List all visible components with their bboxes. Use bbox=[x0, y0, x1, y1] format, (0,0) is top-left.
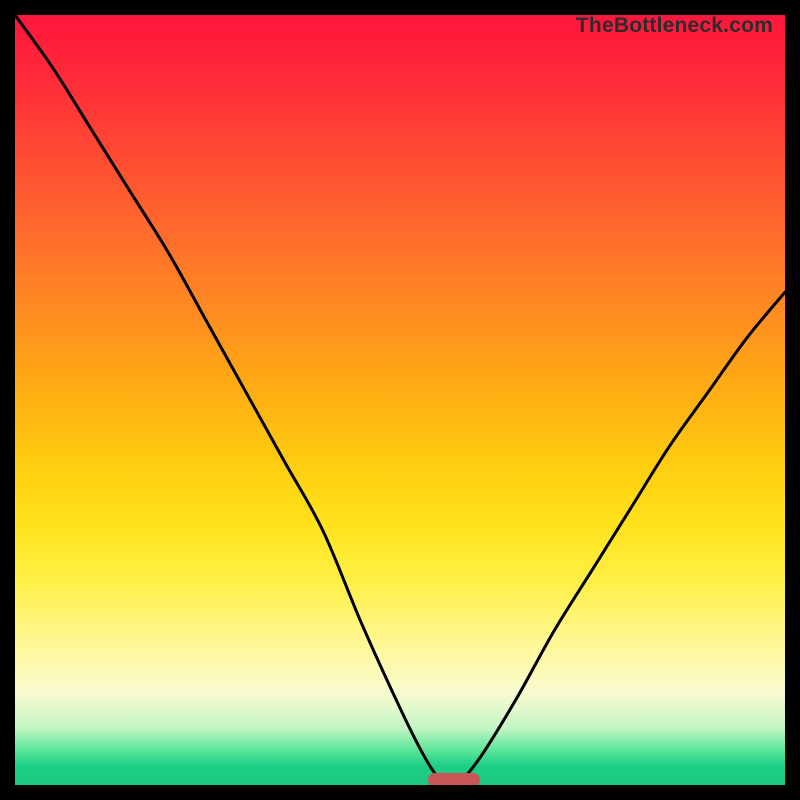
plot-area: TheBottleneck.com bbox=[15, 15, 785, 785]
optimal-marker bbox=[428, 773, 480, 785]
bottleneck-curve bbox=[15, 15, 785, 785]
chart-stage: TheBottleneck.com bbox=[0, 0, 800, 800]
